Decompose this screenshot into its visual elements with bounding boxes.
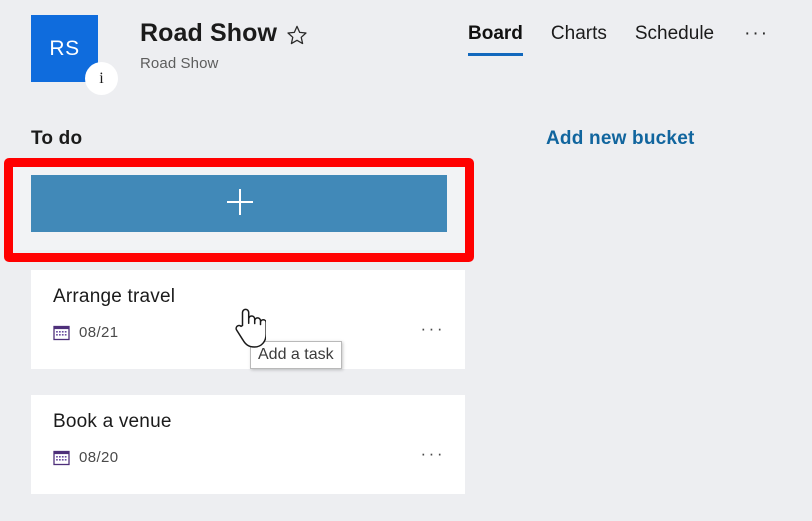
page-title: Road Show [140, 19, 278, 47]
plus-icon [227, 188, 253, 215]
task-card[interactable]: Arrange travel 08/21 ··· [31, 270, 465, 369]
task-more-options-ellipsis-icon[interactable]: ··· [421, 445, 445, 462]
tab-schedule-label: Schedule [634, 23, 715, 44]
add-new-bucket-button[interactable]: Add new bucket [546, 128, 694, 150]
plan-avatar-wrapper: RS i [31, 15, 118, 95]
tab-charts[interactable]: Charts [537, 22, 621, 56]
info-badge-icon[interactable]: i [85, 62, 118, 95]
task-meta: 08/21 [53, 324, 119, 341]
plan-tabs: Board Charts Schedule ··· [468, 22, 775, 56]
tabs-overflow-ellipsis-icon[interactable]: ··· [728, 22, 775, 56]
task-due-date: 08/20 [79, 449, 119, 466]
group-name: Road Show [140, 55, 219, 72]
add-a-task-tooltip: Add a task [250, 341, 342, 369]
task-meta: 08/20 [53, 449, 119, 466]
add-task-panel [13, 163, 465, 250]
title-block: Road Show Road Show [140, 18, 308, 72]
tab-active-underline [468, 53, 523, 56]
task-due-date: 08/21 [79, 324, 119, 341]
title-row: Road Show [140, 18, 308, 48]
avatar-initials: RS [49, 36, 80, 60]
task-more-options-ellipsis-icon[interactable]: ··· [421, 320, 445, 337]
calendar-icon [53, 449, 70, 466]
star-outline-icon[interactable] [286, 24, 308, 46]
task-title: Arrange travel [53, 286, 176, 307]
tab-board-label: Board [468, 23, 523, 44]
add-a-task-button[interactable] [31, 175, 447, 232]
task-card[interactable]: Book a venue 08/20 ··· [31, 395, 465, 494]
bucket-title-to-do[interactable]: To do [31, 128, 82, 150]
tab-schedule[interactable]: Schedule [621, 22, 728, 56]
board-area: To do Add new bucket Add a task Arrange … [0, 110, 812, 521]
tab-charts-label: Charts [550, 23, 607, 44]
task-title: Book a venue [53, 411, 172, 432]
plan-header: RS i Road Show Road Show Board Charts Sc… [0, 0, 812, 110]
tab-board[interactable]: Board [468, 22, 537, 56]
calendar-icon [53, 324, 70, 341]
